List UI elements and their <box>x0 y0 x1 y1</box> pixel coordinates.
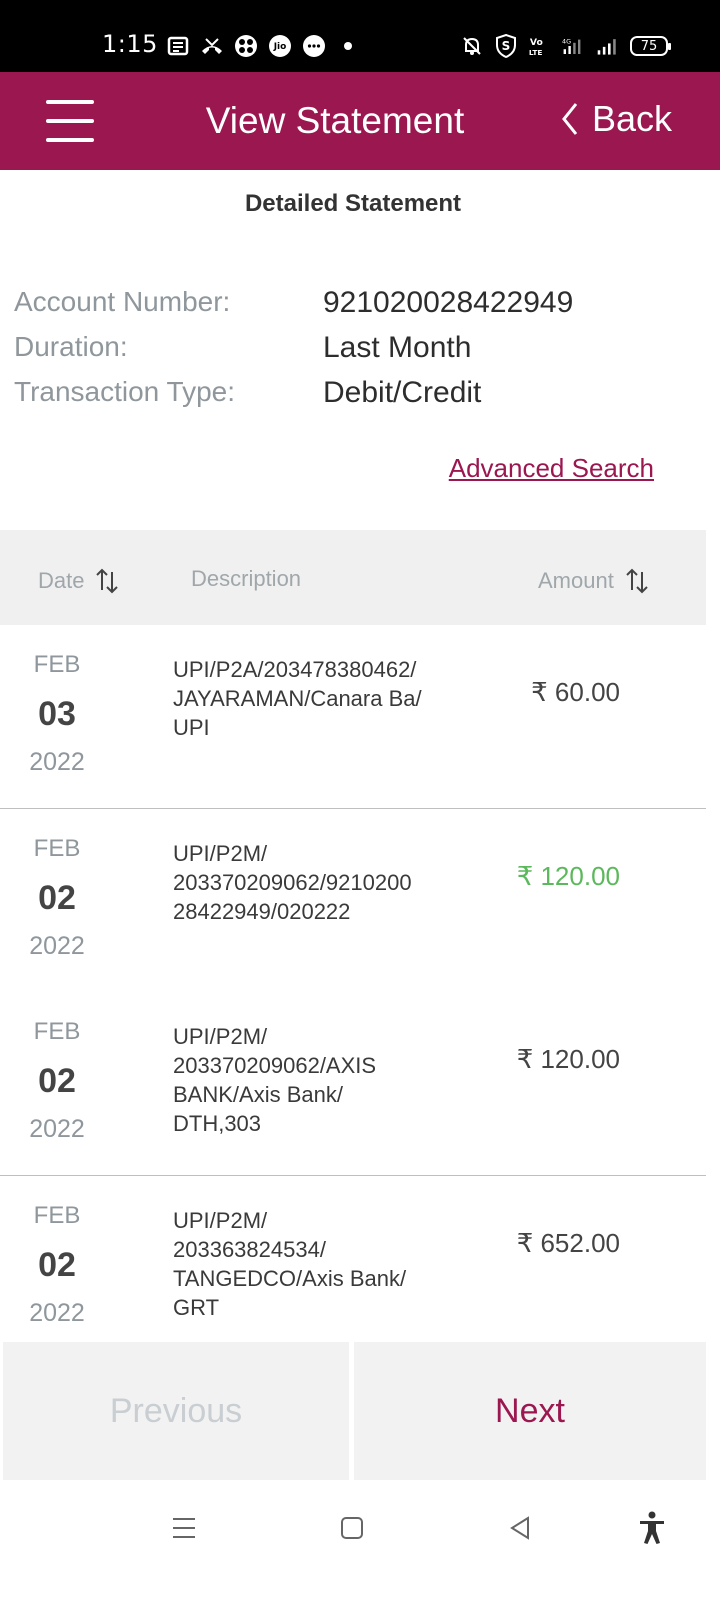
account-number-value: 921020028422949 <box>323 286 574 319</box>
app-header: View Statement Back <box>0 72 720 170</box>
txn-amount: ₹ 652.00 <box>516 1228 620 1258</box>
sort-icon[interactable] <box>624 566 650 596</box>
txn-day: 02 <box>38 1246 76 1284</box>
chat-bubble-icon <box>302 34 326 58</box>
txn-amount: ₹ 60.00 <box>531 677 620 707</box>
duration-label: Duration: <box>14 331 128 362</box>
system-nav-bar <box>0 1482 720 1600</box>
txn-day: 02 <box>38 1062 76 1100</box>
transaction-type-row: Transaction Type: Debit/Credit <box>14 376 714 416</box>
svg-text:S: S <box>502 39 511 53</box>
battery-icon: 75 <box>630 36 671 56</box>
shield-s-icon: S <box>494 34 518 58</box>
next-button[interactable]: Next <box>354 1342 706 1480</box>
transaction-row[interactable]: FEB 03 2022 UPI/P2A/203478380462/ JAYARA… <box>0 625 706 809</box>
description-header-label: Description <box>191 566 302 591</box>
home-icon[interactable] <box>330 1506 374 1550</box>
status-icons-left: Jio <box>166 34 360 58</box>
accessibility-icon[interactable] <box>630 1506 674 1550</box>
svg-text:LTE: LTE <box>529 48 543 57</box>
news-icon <box>166 34 190 58</box>
previous-button[interactable]: Previous <box>3 1342 349 1480</box>
clover-icon <box>234 34 258 58</box>
mute-bell-icon <box>460 34 484 58</box>
transaction-row[interactable]: FEB 02 2022 UPI/P2M/ 203370209062/AXIS B… <box>0 992 706 1176</box>
txn-description: UPI/P2M/ 203370209062/9210200 28422949/0… <box>173 841 412 924</box>
txn-month: FEB <box>33 835 81 862</box>
signal-4g-icon: 4G <box>562 34 586 58</box>
date-header-label: Date <box>38 568 85 593</box>
transaction-row[interactable]: FEB 02 2022 UPI/P2M/ 203363824534/ TANGE… <box>0 1176 706 1340</box>
txn-description: UPI/P2M/ 203363824534/ TANGEDCO/Axis Ban… <box>173 1208 407 1320</box>
date-column-header[interactable]: Date <box>38 566 120 596</box>
chevron-left-icon <box>562 103 578 135</box>
txn-amount: ₹ 120.00 <box>516 1044 620 1074</box>
status-bar: 1:15 Jio S Vo LTE 4G 75 <box>0 0 720 72</box>
txn-year: 2022 <box>29 1115 85 1143</box>
dot-icon <box>336 34 360 58</box>
status-time: 1:15 <box>102 30 158 58</box>
pagination: Previous Next <box>0 1340 720 1482</box>
recent-apps-icon[interactable] <box>162 1506 206 1550</box>
amount-header-label: Amount <box>538 568 614 593</box>
transaction-type-label: Transaction Type: <box>14 376 236 407</box>
volte-icon: Vo LTE <box>528 34 552 58</box>
transaction-row[interactable]: FEB 02 2022 UPI/P2M/ 203370209062/921020… <box>0 809 706 993</box>
back-button-label: Back <box>591 98 672 139</box>
duration-value: Last Month <box>323 331 472 364</box>
txn-year: 2022 <box>29 748 85 776</box>
svg-text:Vo: Vo <box>530 37 543 48</box>
txn-description: UPI/P2A/203478380462/ JAYARAMAN/Canara B… <box>173 657 422 740</box>
txn-day: 03 <box>38 695 76 733</box>
advanced-search-link[interactable]: Advanced Search <box>449 453 654 484</box>
nav-back-icon[interactable] <box>498 1506 542 1550</box>
jio-icon: Jio <box>268 34 292 58</box>
account-number-row: Account Number: 921020028422949 <box>14 286 714 326</box>
back-button[interactable]: Back <box>560 98 672 140</box>
sort-icon[interactable] <box>94 566 120 596</box>
svg-text:Jio: Jio <box>273 42 287 52</box>
amount-column-header[interactable]: Amount <box>538 566 650 596</box>
missed-call-icon <box>200 34 224 58</box>
txn-day: 02 <box>38 879 76 917</box>
txn-month: FEB <box>33 1018 81 1045</box>
txn-year: 2022 <box>29 1299 85 1327</box>
txn-month: FEB <box>33 1202 81 1229</box>
duration-row: Duration: Last Month <box>14 331 714 371</box>
table-header: Date Description Amount <box>0 530 706 625</box>
txn-year: 2022 <box>29 932 85 960</box>
battery-level: 75 <box>640 38 658 54</box>
account-number-label: Account Number: <box>14 286 231 317</box>
signal-icon <box>596 34 620 58</box>
svg-text:4G: 4G <box>562 38 571 46</box>
txn-month: FEB <box>33 651 81 678</box>
statement-subtitle: Detailed Statement <box>244 190 462 217</box>
status-icons-right: S Vo LTE 4G 75 <box>460 34 671 58</box>
txn-description: UPI/P2M/ 203370209062/AXIS BANK/Axis Ban… <box>173 1024 377 1136</box>
transaction-type-value: Debit/Credit <box>323 376 482 409</box>
description-column-header: Description <box>191 566 301 592</box>
txn-amount-credit: ₹ 120.00 <box>516 861 620 891</box>
